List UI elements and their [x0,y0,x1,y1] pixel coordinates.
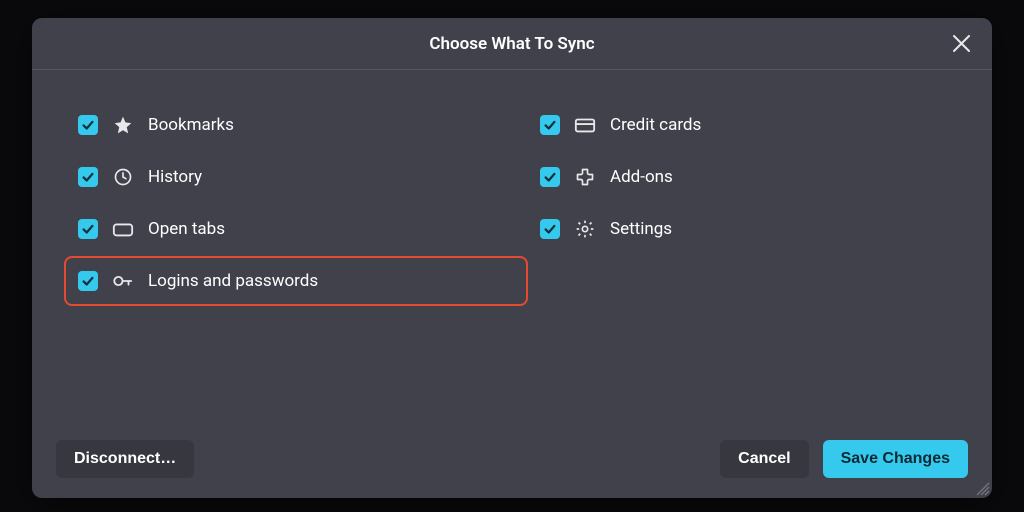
sync-item-open-tabs[interactable]: Open tabs [70,214,522,244]
dialog-body: Bookmarks History Open tabs Logins and pass… [32,70,992,422]
disconnect-button[interactable]: Disconnect… [56,440,194,478]
checkbox[interactable] [78,219,98,239]
sync-item-bookmarks[interactable]: Bookmarks [70,110,522,140]
sync-item-history[interactable]: History [70,162,522,192]
close-button[interactable] [948,31,974,57]
sync-item-label: Add-ons [610,167,673,187]
sync-column-left: Bookmarks History Open tabs Logins and pass… [52,110,522,422]
sync-item-add-ons[interactable]: Add-ons [532,162,709,192]
sync-item-label: Bookmarks [148,115,234,135]
sync-item-credit-cards[interactable]: Credit cards [532,110,709,140]
sync-item-label: Settings [610,219,672,239]
sync-dialog: Choose What To Sync Bookmarks History Open… [32,18,992,498]
checkbox[interactable] [78,167,98,187]
addon-icon [574,166,596,188]
key-icon [112,270,134,292]
sync-item-label: History [148,167,202,187]
save-changes-button[interactable]: Save Changes [823,440,968,478]
resize-handle-icon[interactable] [974,480,990,496]
dialog-header: Choose What To Sync [32,18,992,70]
clock-icon [112,166,134,188]
sync-item-logins-and-passwords[interactable]: Logins and passwords [70,262,522,300]
card-icon [574,114,596,136]
checkbox[interactable] [540,115,560,135]
checkbox[interactable] [540,167,560,187]
sync-column-right: Credit cards Add-ons Settings [522,110,709,422]
close-icon [953,35,970,52]
cancel-button[interactable]: Cancel [720,440,808,478]
dialog-footer: Disconnect… Cancel Save Changes [32,422,992,498]
star-icon [112,114,134,136]
tab-icon [112,218,134,240]
checkbox[interactable] [78,271,98,291]
sync-item-settings[interactable]: Settings [532,214,709,244]
sync-item-label: Logins and passwords [148,271,318,291]
checkbox[interactable] [78,115,98,135]
sync-item-label: Credit cards [610,115,701,135]
dialog-title: Choose What To Sync [429,34,594,54]
gear-icon [574,218,596,240]
sync-item-label: Open tabs [148,219,225,239]
checkbox[interactable] [540,219,560,239]
